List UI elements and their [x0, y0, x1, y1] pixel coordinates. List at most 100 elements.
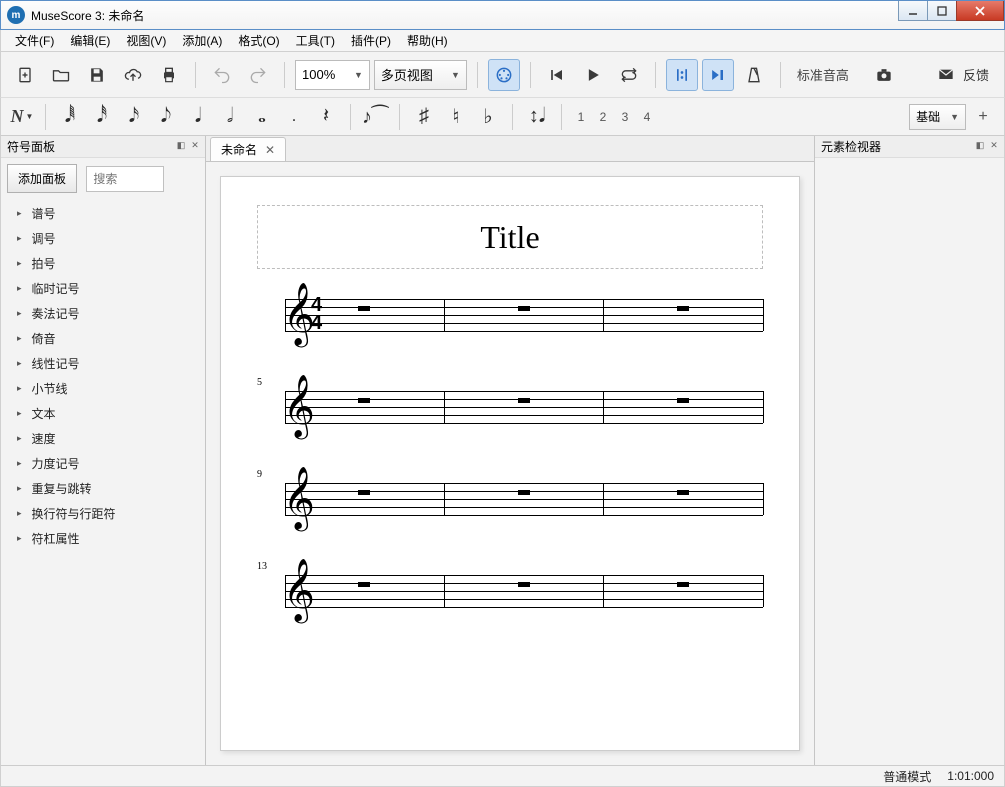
note-input-mode-button[interactable]: N▼	[9, 104, 35, 130]
whole-rest[interactable]	[677, 306, 689, 311]
score-viewport[interactable]: Title 𝄞445𝄞9𝄞13𝄞	[206, 162, 814, 765]
voice-3-button[interactable]: 3	[616, 110, 634, 124]
workspace-dropdown[interactable]: 基础 ▼	[909, 104, 966, 130]
palette-item[interactable]: 奏法记号	[7, 301, 199, 326]
flip-button[interactable]: ↕𝅘𝅥	[523, 105, 551, 128]
panel-undock-icon[interactable]: ◧	[974, 139, 986, 151]
save-button[interactable]	[81, 59, 113, 91]
tie-button[interactable]: ♪⁀	[361, 104, 389, 129]
duration-16th-button[interactable]: 𝅘𝅥𝅯	[120, 105, 148, 128]
staff-system[interactable]: 9𝄞	[257, 483, 763, 519]
palette-item[interactable]: 文本	[7, 401, 199, 426]
panel-close-icon[interactable]: ✕	[189, 139, 201, 151]
title-frame[interactable]: Title	[257, 205, 763, 269]
play-button[interactable]	[577, 59, 609, 91]
palette-item[interactable]: 倚音	[7, 326, 199, 351]
concert-pitch-button[interactable]: 标准音高	[791, 65, 855, 84]
menu-file[interactable]: 文件(F)	[7, 30, 62, 51]
time-signature[interactable]: 44	[311, 296, 322, 332]
close-button[interactable]	[956, 1, 1004, 21]
flat-button[interactable]: ♭	[474, 104, 502, 129]
natural-button[interactable]: ♮	[442, 104, 470, 129]
menu-edit[interactable]: 编辑(E)	[62, 30, 118, 51]
treble-clef[interactable]: 𝄞	[283, 471, 315, 525]
duration-8th-button[interactable]: 𝅘𝅥𝅮	[152, 105, 180, 128]
palette-item[interactable]: 临时记号	[7, 276, 199, 301]
menu-help[interactable]: 帮助(H)	[399, 30, 456, 51]
screenshot-button[interactable]	[868, 59, 900, 91]
duration-half-button[interactable]: 𝅗𝅥	[216, 105, 244, 128]
zoom-control[interactable]: ▼	[295, 60, 370, 90]
minimize-button[interactable]	[898, 1, 928, 21]
menu-plugins[interactable]: 插件(P)	[343, 30, 399, 51]
menu-tools[interactable]: 工具(T)	[288, 30, 343, 51]
palette-item[interactable]: 拍号	[7, 251, 199, 276]
palette-search-input[interactable]	[86, 166, 164, 192]
whole-rest[interactable]	[677, 398, 689, 403]
palette-item[interactable]: 换行符与行距符	[7, 501, 199, 526]
whole-rest[interactable]	[518, 490, 530, 495]
whole-rest[interactable]	[358, 490, 370, 495]
repeat-play-button[interactable]	[666, 59, 698, 91]
panel-undock-icon[interactable]: ◧	[175, 139, 187, 151]
palette-item[interactable]: 小节线	[7, 376, 199, 401]
whole-rest[interactable]	[518, 582, 530, 587]
new-file-button[interactable]	[9, 59, 41, 91]
palette-item[interactable]: 符杠属性	[7, 526, 199, 551]
feedback-button[interactable]: 反馈	[928, 59, 996, 91]
whole-rest[interactable]	[677, 490, 689, 495]
rewind-button[interactable]	[541, 59, 573, 91]
rest-button[interactable]: 𝄽	[312, 105, 340, 128]
palette-item[interactable]: 重复与跳转	[7, 476, 199, 501]
whole-rest[interactable]	[677, 582, 689, 587]
add-palette-button[interactable]: 添加面板	[7, 164, 77, 193]
add-workspace-button[interactable]: +	[970, 104, 996, 130]
staff-system[interactable]: 𝄞44	[257, 299, 763, 335]
midi-toggle-button[interactable]	[488, 59, 520, 91]
duration-whole-button[interactable]: 𝅝	[248, 105, 276, 128]
treble-clef[interactable]: 𝄞	[283, 563, 315, 617]
voice-2-button[interactable]: 2	[594, 110, 612, 124]
close-tab-icon[interactable]: ✕	[265, 143, 275, 157]
staff-system[interactable]: 13𝄞	[257, 575, 763, 611]
loop-button[interactable]	[613, 59, 645, 91]
voice-4-button[interactable]: 4	[638, 110, 656, 124]
voice-1-button[interactable]: 1	[572, 110, 590, 124]
whole-rest[interactable]	[358, 398, 370, 403]
palette-item[interactable]: 力度记号	[7, 451, 199, 476]
treble-clef[interactable]: 𝄞	[283, 379, 315, 433]
duration-dot-button[interactable]: .	[280, 108, 308, 126]
menu-format[interactable]: 格式(O)	[230, 30, 287, 51]
document-tab[interactable]: 未命名 ✕	[210, 137, 286, 161]
palette-item[interactable]: 调号	[7, 226, 199, 251]
duration-32nd-button[interactable]: 𝅘𝅥𝅰	[88, 105, 116, 128]
view-mode-dropdown[interactable]: 多页视图 ▼	[374, 60, 467, 90]
panel-close-icon[interactable]: ✕	[988, 139, 1000, 151]
metronome-button[interactable]	[738, 59, 770, 91]
menu-view[interactable]: 视图(V)	[118, 30, 174, 51]
score-page[interactable]: Title 𝄞445𝄞9𝄞13𝄞	[220, 176, 800, 751]
staff-system[interactable]: 5𝄞	[257, 391, 763, 427]
cloud-button[interactable]	[117, 59, 149, 91]
print-button[interactable]	[153, 59, 185, 91]
whole-rest[interactable]	[358, 582, 370, 587]
whole-rest[interactable]	[518, 306, 530, 311]
duration-quarter-button[interactable]: 𝅘𝅥	[184, 105, 212, 128]
redo-button[interactable]	[242, 59, 274, 91]
menu-add[interactable]: 添加(A)	[174, 30, 230, 51]
zoom-input[interactable]	[296, 67, 348, 82]
pan-button[interactable]	[702, 59, 734, 91]
duration-64th-button[interactable]: 𝅘𝅥𝅱	[56, 105, 84, 128]
whole-rest[interactable]	[518, 398, 530, 403]
score-title[interactable]: Title	[480, 219, 539, 256]
sharp-button[interactable]: ♯	[410, 105, 438, 128]
open-file-button[interactable]	[45, 59, 77, 91]
file-toolbar: ▼ 多页视图 ▼ 标准音高 反馈	[0, 52, 1005, 98]
palette-item[interactable]: 速度	[7, 426, 199, 451]
chevron-down-icon[interactable]: ▼	[348, 70, 369, 80]
undo-button[interactable]	[206, 59, 238, 91]
palette-item[interactable]: 谱号	[7, 201, 199, 226]
maximize-button[interactable]	[927, 1, 957, 21]
whole-rest[interactable]	[358, 306, 370, 311]
palette-item[interactable]: 线性记号	[7, 351, 199, 376]
